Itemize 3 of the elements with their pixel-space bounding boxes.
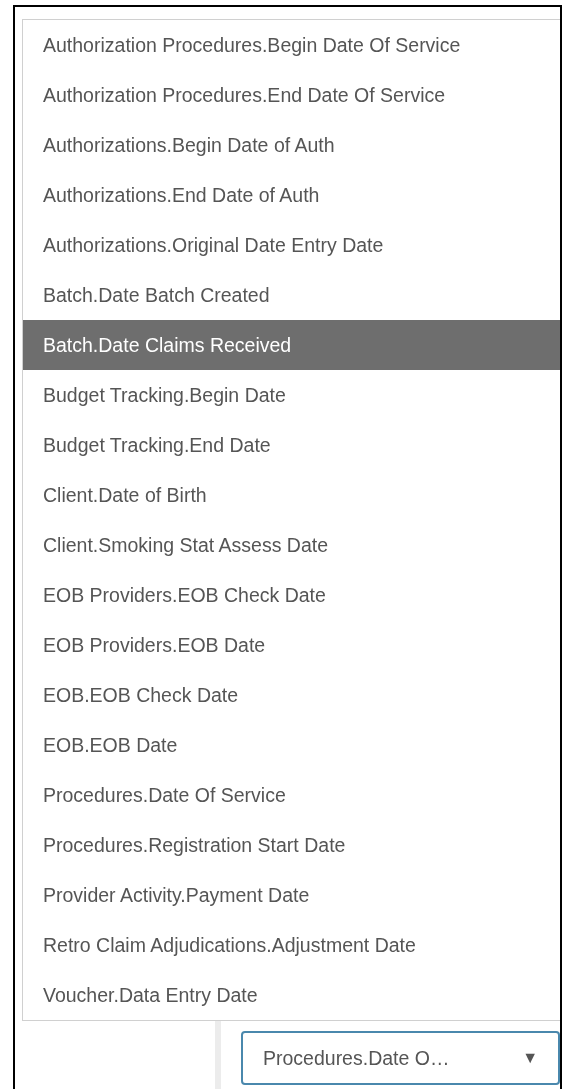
field-select[interactable]: Procedures.Date O… ▼	[241, 1031, 560, 1085]
caret-icon: ▼	[522, 1049, 538, 1067]
dropdown-option[interactable]: Batch.Date Claims Received	[23, 320, 560, 370]
